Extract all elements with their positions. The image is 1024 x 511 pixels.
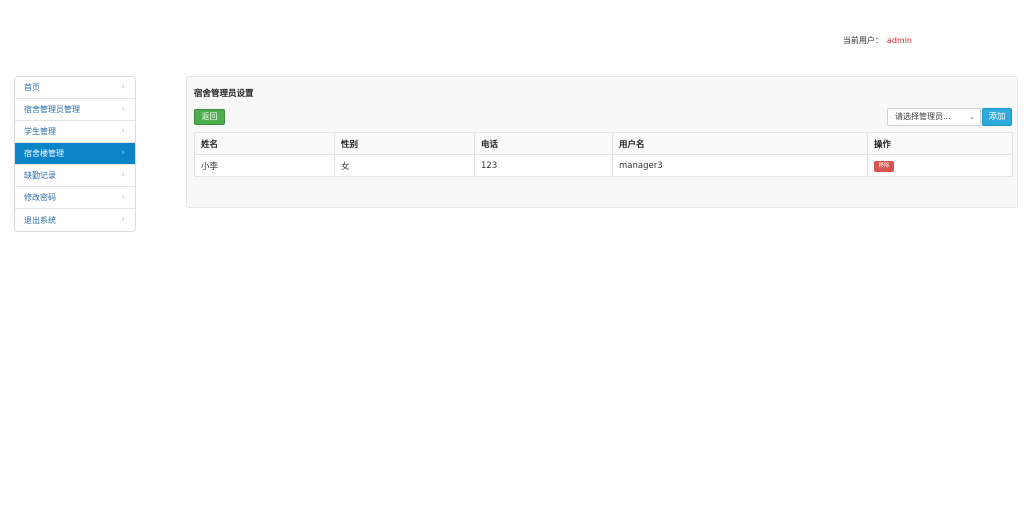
remove-button[interactable]: 移除 bbox=[874, 160, 894, 172]
chevron-right-icon: › bbox=[121, 214, 125, 225]
sidebar-item-label: 宿舍管理员管理 bbox=[24, 105, 80, 114]
column-header-action: 操作 bbox=[867, 132, 1013, 155]
sidebar-item-dorm-building[interactable]: 宿舍楼管理 › bbox=[15, 143, 135, 165]
sidebar-item-label: 退出系统 bbox=[24, 215, 56, 225]
chevron-right-icon: › bbox=[121, 170, 125, 180]
manager-select-value: 请选择管理员... bbox=[895, 112, 951, 121]
chevron-right-icon: › bbox=[121, 192, 125, 202]
sidebar-item-absence[interactable]: 缺勤记录 › bbox=[15, 165, 135, 187]
manager-table: 姓名 性别 电话 用户名 操作 小李 女 123 manager3 移除 bbox=[194, 132, 1013, 177]
current-user-info: 当前用户： admin bbox=[843, 35, 912, 46]
sidebar-item-home[interactable]: 首页 › bbox=[15, 77, 135, 99]
sidebar-nav: 首页 › 宿舍管理员管理 › 学生管理 › 宿舍楼管理 › 缺勤记录 › 修改密… bbox=[14, 76, 136, 232]
cell-action: 移除 bbox=[867, 154, 1013, 177]
manager-settings-panel: 宿舍管理员设置 返回 请选择管理员... ⌄ 添加 姓名 性别 电话 用户名 操… bbox=[186, 76, 1018, 208]
column-header-username: 用户名 bbox=[612, 132, 868, 155]
current-user-label: 当前用户： bbox=[842, 36, 883, 45]
back-button[interactable]: 返回 bbox=[194, 109, 225, 125]
sidebar-item-dorm-manager[interactable]: 宿舍管理员管理 › bbox=[15, 99, 135, 121]
manager-select[interactable]: 请选择管理员... ⌄ bbox=[887, 108, 981, 126]
table-header-row: 姓名 性别 电话 用户名 操作 bbox=[194, 132, 1013, 155]
chevron-right-icon: › bbox=[121, 104, 125, 114]
sidebar-item-label: 首页 bbox=[24, 83, 40, 92]
add-button[interactable]: 添加 bbox=[982, 108, 1012, 126]
sidebar-item-label: 学生管理 bbox=[24, 127, 56, 136]
chevron-right-icon: › bbox=[121, 82, 125, 92]
sidebar-item-label: 宿舍楼管理 bbox=[24, 149, 64, 158]
column-header-gender: 性别 bbox=[334, 132, 475, 155]
sidebar-item-logout[interactable]: 退出系统 › bbox=[15, 209, 135, 231]
panel-title: 宿舍管理员设置 bbox=[194, 89, 254, 99]
sidebar-item-label: 修改密码 bbox=[24, 193, 56, 202]
chevron-right-icon: › bbox=[121, 126, 125, 136]
sidebar-item-label: 缺勤记录 bbox=[24, 171, 56, 180]
current-user-name: admin bbox=[886, 36, 912, 45]
chevron-right-icon: › bbox=[121, 148, 125, 158]
table-row: 小李 女 123 manager3 移除 bbox=[194, 154, 1013, 177]
column-header-name: 姓名 bbox=[194, 132, 335, 155]
cell-username: manager3 bbox=[612, 154, 868, 177]
cell-name: 小李 bbox=[194, 154, 335, 177]
sidebar-item-students[interactable]: 学生管理 › bbox=[15, 121, 135, 143]
cell-phone: 123 bbox=[474, 154, 613, 177]
chevron-down-icon: ⌄ bbox=[969, 113, 975, 121]
cell-gender: 女 bbox=[334, 154, 475, 177]
sidebar-item-password[interactable]: 修改密码 › bbox=[15, 187, 135, 209]
column-header-phone: 电话 bbox=[474, 132, 613, 155]
